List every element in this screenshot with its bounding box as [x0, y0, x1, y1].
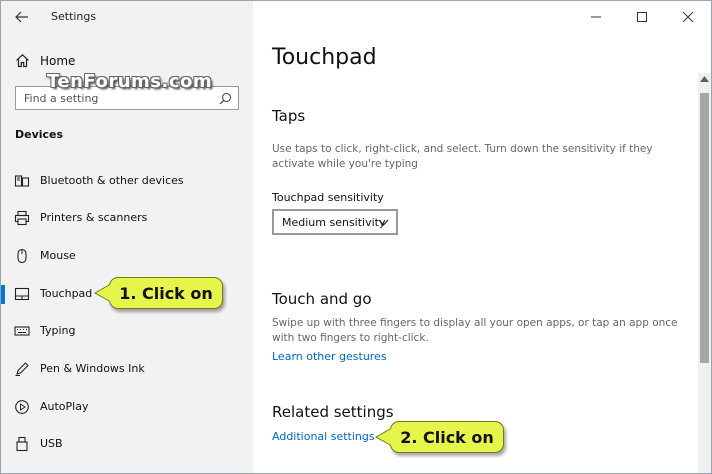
- bluetooth-devices-icon: [14, 175, 30, 187]
- section-heading: Devices: [15, 128, 64, 141]
- title-bar: Settings: [1, 1, 253, 33]
- scroll-thumb[interactable]: [700, 93, 709, 363]
- minimize-button[interactable]: [573, 1, 619, 33]
- home-label: Home: [40, 53, 76, 68]
- close-icon: [683, 12, 693, 22]
- selected-indicator: [1, 285, 5, 304]
- autoplay-icon: [15, 400, 29, 414]
- additional-settings-link[interactable]: Additional settings: [272, 430, 375, 443]
- taps-heading: Taps: [272, 107, 306, 125]
- sidebar-item-label: Bluetooth & other devices: [40, 174, 184, 187]
- pen-icon: [15, 362, 29, 377]
- sidebar-item-label: USB: [40, 437, 63, 450]
- settings-window: Settings Home TenForums.com Devices B: [0, 0, 712, 474]
- callout-pointer: [375, 428, 391, 446]
- chevron-down-icon: [378, 219, 389, 226]
- sidebar-item-typing[interactable]: Typing: [1, 316, 253, 346]
- dropdown-value: Medium sensitivity: [282, 216, 386, 229]
- callout-step-2: 2. Click on: [375, 421, 504, 453]
- sidebar-item-label: Pen & Windows Ink: [40, 362, 145, 375]
- page-title: Touchpad: [272, 45, 377, 70]
- minimize-icon: [591, 16, 601, 18]
- scrollbar[interactable]: [698, 73, 711, 473]
- sidebar-item-autoplay[interactable]: AutoPlay: [1, 392, 253, 422]
- scroll-up-icon[interactable]: [700, 76, 709, 82]
- related-settings-heading: Related settings: [272, 403, 394, 421]
- sidebar-item-printers[interactable]: Printers & scanners: [1, 203, 253, 233]
- callout-text: 1. Click on: [119, 283, 213, 303]
- app-title: Settings: [51, 10, 97, 23]
- window-controls: [573, 1, 711, 33]
- maximize-button[interactable]: [619, 1, 665, 33]
- usb-icon: [16, 436, 28, 452]
- touchpad-icon: [14, 287, 30, 301]
- sidebar-item-label: Touchpad: [40, 287, 93, 300]
- back-button[interactable]: [11, 7, 33, 27]
- learn-gestures-link[interactable]: Learn other gestures: [272, 350, 387, 363]
- sidebar: Settings Home TenForums.com Devices B: [1, 1, 253, 473]
- keyboard-icon: [14, 326, 30, 336]
- callout-text: 2. Click on: [400, 427, 494, 447]
- sensitivity-label: Touchpad sensitivity: [272, 191, 384, 204]
- callout-step-1: 1. Click on: [94, 277, 223, 309]
- search-icon[interactable]: [219, 92, 232, 105]
- sidebar-item-usb[interactable]: USB: [1, 429, 253, 459]
- touch-and-go-heading: Touch and go: [272, 290, 372, 308]
- close-button[interactable]: [665, 1, 711, 33]
- sensitivity-dropdown[interactable]: Medium sensitivity: [272, 209, 398, 235]
- touch-and-go-description: Swipe up with three fingers to display a…: [272, 317, 678, 344]
- watermark-text: TenForums.com: [47, 71, 213, 92]
- sidebar-item-pen[interactable]: Pen & Windows Ink: [1, 354, 253, 384]
- sidebar-item-label: Mouse: [40, 249, 76, 262]
- callout-pointer: [94, 284, 110, 302]
- sidebar-item-label: AutoPlay: [40, 400, 89, 413]
- maximize-icon: [637, 12, 647, 22]
- mouse-icon: [17, 248, 27, 264]
- sidebar-item-label: Typing: [40, 324, 76, 337]
- home-button[interactable]: Home: [15, 53, 75, 68]
- printer-icon: [14, 210, 30, 226]
- main-content: Touchpad Taps Use taps to click, right-c…: [253, 1, 711, 473]
- home-icon: [16, 53, 29, 68]
- sidebar-item-bluetooth[interactable]: Bluetooth & other devices: [1, 166, 253, 196]
- sidebar-item-mouse[interactable]: Mouse: [1, 241, 253, 271]
- sidebar-item-label: Printers & scanners: [40, 211, 148, 224]
- taps-description: Use taps to click, right-click, and sele…: [272, 143, 653, 170]
- back-arrow-icon: [15, 11, 28, 23]
